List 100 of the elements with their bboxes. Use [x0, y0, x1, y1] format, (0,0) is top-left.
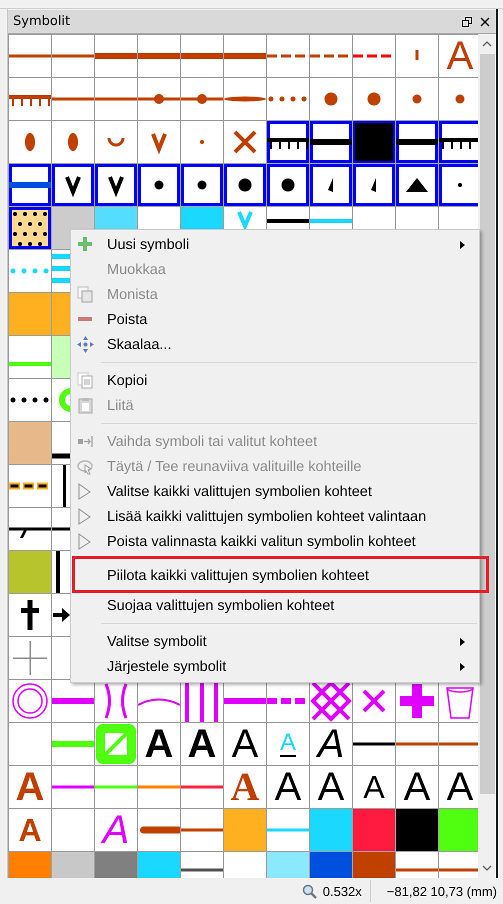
menu-item[interactable]: Poista valinnasta kaikki valitun symbolin kohteet	[71, 529, 479, 554]
symbol-cell[interactable]	[9, 164, 51, 206]
symbol-cell[interactable]	[181, 164, 223, 206]
symbol-cell[interactable]	[95, 680, 137, 722]
symbol-cell[interactable]	[9, 465, 51, 507]
symbol-cell[interactable]	[310, 121, 352, 163]
scroll-down-icon[interactable]	[482, 865, 492, 871]
symbol-cell[interactable]	[9, 336, 51, 378]
menu-item[interactable]: Suojaa valittujen symbolien kohteet	[71, 593, 479, 618]
menu-item[interactable]: Uusi symboli	[71, 232, 479, 257]
symbol-cell[interactable]: A	[396, 766, 438, 808]
symbol-cell[interactable]	[267, 164, 309, 206]
symbol-cell[interactable]	[267, 680, 309, 722]
symbol-cell[interactable]	[9, 293, 51, 335]
menu-item[interactable]: Valitse symbolit	[71, 629, 479, 654]
symbol-cell[interactable]	[181, 766, 223, 808]
symbol-cell[interactable]	[267, 809, 309, 851]
menu-item[interactable]: Järjestele symbolit	[71, 654, 479, 679]
symbol-cell[interactable]	[9, 78, 51, 120]
symbol-cell[interactable]	[138, 121, 180, 163]
symbol-cell[interactable]: A	[439, 766, 478, 808]
symbol-cell[interactable]	[52, 723, 94, 765]
symbol-cell[interactable]: A	[310, 723, 352, 765]
symbol-cell[interactable]	[439, 723, 478, 765]
symbol-cell[interactable]	[353, 164, 395, 206]
menu-item[interactable]: Piilota kaikki valittujen symbolien kohteet	[71, 563, 486, 588]
symbol-cell[interactable]	[224, 121, 266, 163]
symbol-cell[interactable]	[439, 78, 478, 120]
symbol-cell[interactable]	[9, 422, 51, 464]
symbol-cell[interactable]	[52, 164, 94, 206]
symbol-cell[interactable]	[9, 723, 51, 765]
symbol-cell[interactable]	[396, 164, 438, 206]
close-icon[interactable]	[480, 16, 490, 26]
symbol-cell[interactable]	[138, 680, 180, 722]
symbol-cell[interactable]	[353, 78, 395, 120]
symbol-cell[interactable]	[310, 164, 352, 206]
symbol-cell[interactable]	[224, 35, 266, 77]
symbol-cell[interactable]: A	[439, 35, 478, 77]
menu-item[interactable]: Valitse kaikki valittujen symbolien kohteet	[71, 479, 479, 504]
symbol-cell[interactable]	[52, 121, 94, 163]
symbol-cell[interactable]	[310, 78, 352, 120]
symbol-cell[interactable]	[439, 809, 478, 851]
symbol-cell[interactable]: A	[224, 766, 266, 808]
symbol-cell[interactable]	[138, 35, 180, 77]
symbol-cell[interactable]	[396, 121, 438, 163]
symbol-cell[interactable]	[353, 680, 395, 722]
symbol-cell[interactable]	[95, 766, 137, 808]
symbol-cell[interactable]: A	[267, 766, 309, 808]
symbol-cell[interactable]	[224, 680, 266, 722]
symbol-cell[interactable]	[439, 121, 478, 163]
symbol-cell[interactable]	[138, 78, 180, 120]
symbol-cell[interactable]	[95, 35, 137, 77]
symbol-cell[interactable]	[353, 723, 395, 765]
symbol-cell[interactable]: A	[181, 723, 223, 765]
symbol-cell[interactable]	[353, 35, 395, 77]
symbol-cell[interactable]: A	[353, 766, 395, 808]
symbol-cell[interactable]	[439, 680, 478, 722]
symbol-cell[interactable]	[267, 35, 309, 77]
symbol-cell[interactable]	[138, 809, 180, 851]
symbol-cell[interactable]	[396, 723, 438, 765]
symbol-cell[interactable]	[9, 508, 51, 550]
symbol-cell[interactable]	[310, 809, 352, 851]
symbol-cell[interactable]	[52, 35, 94, 77]
symbol-cell[interactable]	[52, 78, 94, 120]
menu-item[interactable]: Kopioi	[71, 368, 479, 393]
symbol-cell[interactable]	[267, 121, 309, 163]
symbol-cell[interactable]	[396, 35, 438, 77]
symbol-cell[interactable]	[138, 766, 180, 808]
float-icon[interactable]	[462, 16, 472, 26]
symbol-cell[interactable]: A	[224, 723, 266, 765]
symbol-cell[interactable]	[224, 78, 266, 120]
symbol-cell[interactable]	[224, 164, 266, 206]
menu-item[interactable]: Poista	[71, 307, 479, 332]
symbol-cell[interactable]	[181, 35, 223, 77]
symbol-cell[interactable]	[181, 78, 223, 120]
symbol-cell[interactable]: A	[9, 766, 51, 808]
symbol-cell[interactable]	[396, 78, 438, 120]
symbol-cell[interactable]	[439, 164, 478, 206]
symbol-cell[interactable]	[181, 809, 223, 851]
symbol-cell[interactable]	[95, 121, 137, 163]
menu-item[interactable]: Skaalaa...	[71, 332, 479, 357]
symbol-cell[interactable]	[52, 809, 94, 851]
menu-item[interactable]: Lisää kaikki valittujen symbolien kohteet valintaan	[71, 504, 479, 529]
symbol-cell[interactable]: A	[95, 809, 137, 851]
symbol-cell[interactable]	[52, 680, 94, 722]
symbol-cell[interactable]: A	[138, 723, 180, 765]
symbol-cell[interactable]	[52, 766, 94, 808]
symbol-cell[interactable]	[9, 250, 51, 292]
symbol-cell[interactable]	[9, 379, 51, 421]
symbol-cell[interactable]	[396, 809, 438, 851]
symbol-cell[interactable]	[9, 121, 51, 163]
symbol-cell[interactable]	[138, 164, 180, 206]
symbol-cell[interactable]	[181, 121, 223, 163]
scroll-up-icon[interactable]	[482, 41, 492, 47]
symbol-cell[interactable]	[224, 809, 266, 851]
scroll-thumb[interactable]	[480, 54, 494, 794]
symbol-cell[interactable]	[95, 78, 137, 120]
symbol-cell[interactable]	[9, 551, 51, 593]
symbol-cell[interactable]	[267, 78, 309, 120]
symbol-cell[interactable]	[9, 594, 51, 636]
